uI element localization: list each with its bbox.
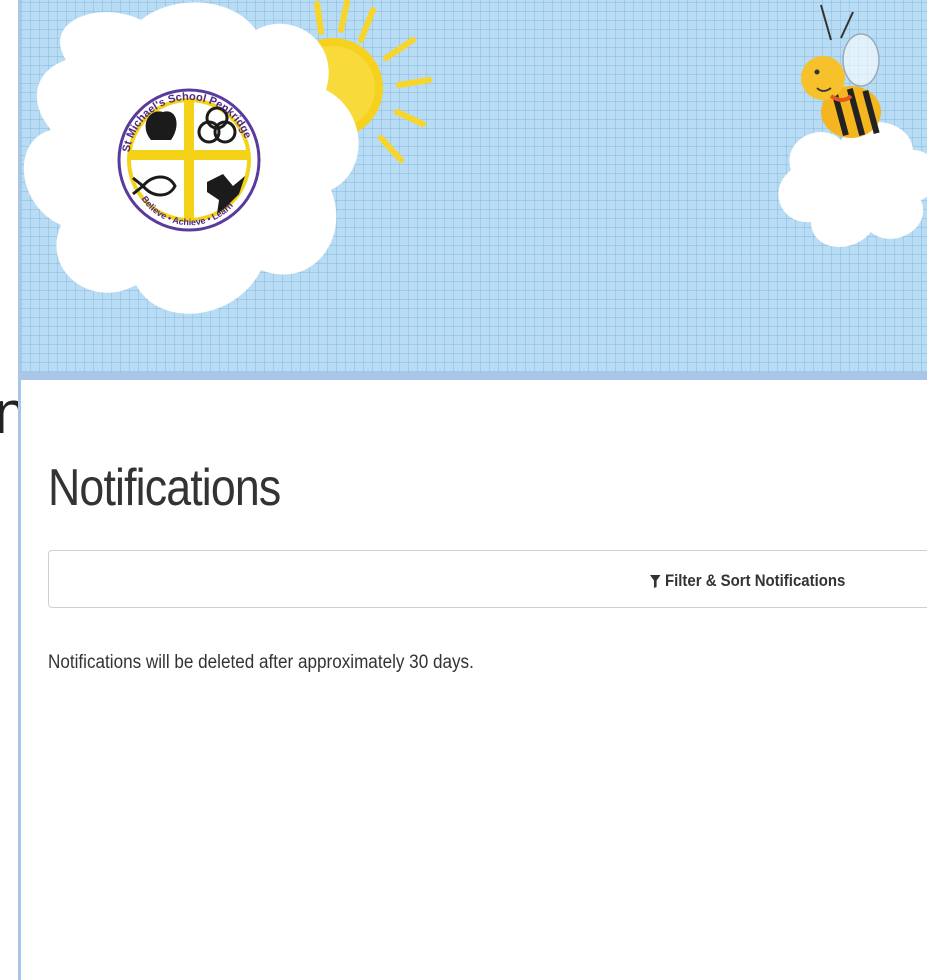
retention-notice: Notifications will be deleted after appr… — [48, 652, 474, 673]
filter-icon — [650, 574, 661, 588]
bee-icon — [801, 4, 881, 138]
banner-artwork: St Michael's School Penkridge Believe • … — [23, 0, 927, 314]
banner-bottom-border — [21, 372, 927, 380]
school-banner: St Michael's School Penkridge Believe • … — [21, 0, 927, 372]
filter-sort-button-label: Filter & Sort Notifications — [664, 571, 846, 590]
left-edge-panel: n — [0, 0, 27, 980]
school-logo: St Michael's School Penkridge Believe • … — [117, 88, 261, 232]
page-title: Notifications — [48, 459, 281, 517]
filter-sort-button[interactable]: Filter & Sort Notifications — [650, 570, 845, 592]
small-cloud-icon — [778, 122, 927, 247]
